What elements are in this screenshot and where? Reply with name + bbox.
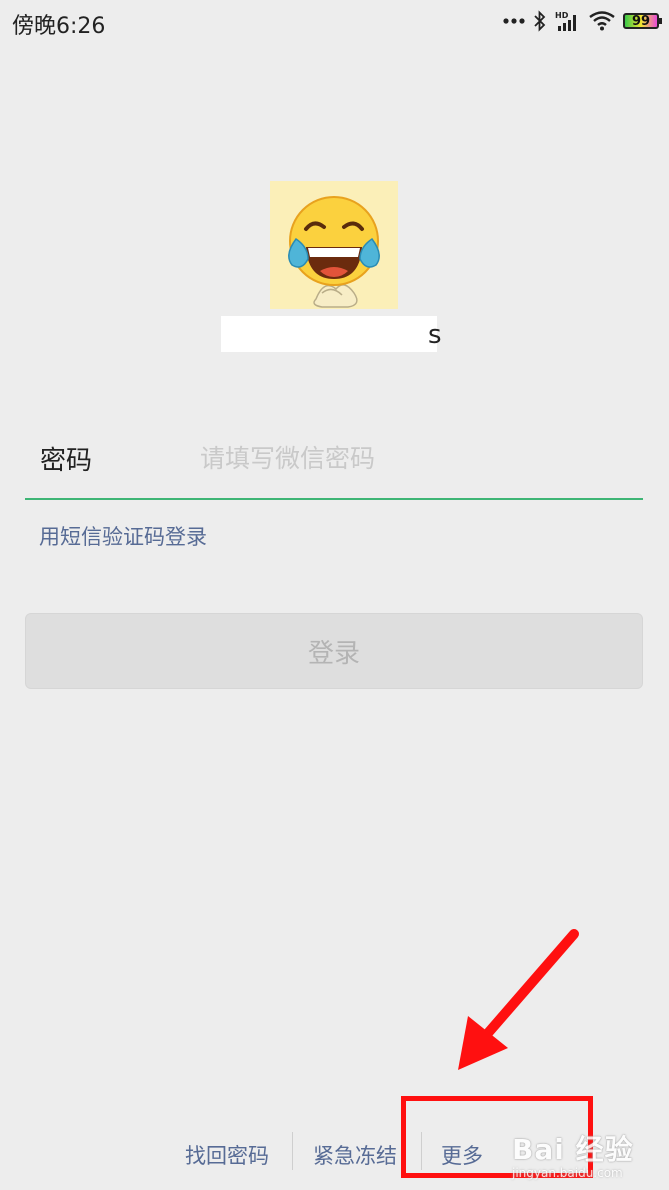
status-icons: HD 99 <box>503 6 662 36</box>
username-tail: s <box>428 320 442 350</box>
emergency-freeze-link[interactable]: 紧急冻结 <box>313 1140 397 1170</box>
username-redaction <box>221 316 437 352</box>
svg-text:HD: HD <box>555 11 569 20</box>
watermark-sub: jingyan.baidu.com <box>512 1166 623 1180</box>
hd-signal-icon: HD <box>555 11 576 31</box>
battery-level: 99 <box>631 13 651 29</box>
laughing-tears-emoji-icon <box>288 196 380 308</box>
password-label: 密码 <box>40 446 93 476</box>
annotation-arrow-icon <box>458 929 579 1070</box>
recover-password-link[interactable]: 找回密码 <box>185 1140 269 1170</box>
watermark-main: Bai 经验 <box>512 1133 634 1166</box>
footer-divider <box>292 1132 293 1170</box>
status-bar: 傍晚6:26 HD 99 <box>0 0 669 44</box>
password-input[interactable] <box>200 436 630 480</box>
bluetooth-icon <box>534 10 546 32</box>
password-underline <box>25 498 643 500</box>
login-button[interactable]: 登录 <box>25 613 643 689</box>
more-dots-icon <box>503 18 525 24</box>
baidu-watermark: Bai 经验 jingyan.baidu.com <box>512 1128 634 1180</box>
wifi-icon <box>589 11 615 31</box>
sms-login-link[interactable]: 用短信验证码登录 <box>39 521 207 551</box>
avatar[interactable] <box>270 181 398 309</box>
status-time: 傍晚6:26 <box>12 14 106 39</box>
battery-icon: 99 <box>623 13 662 29</box>
